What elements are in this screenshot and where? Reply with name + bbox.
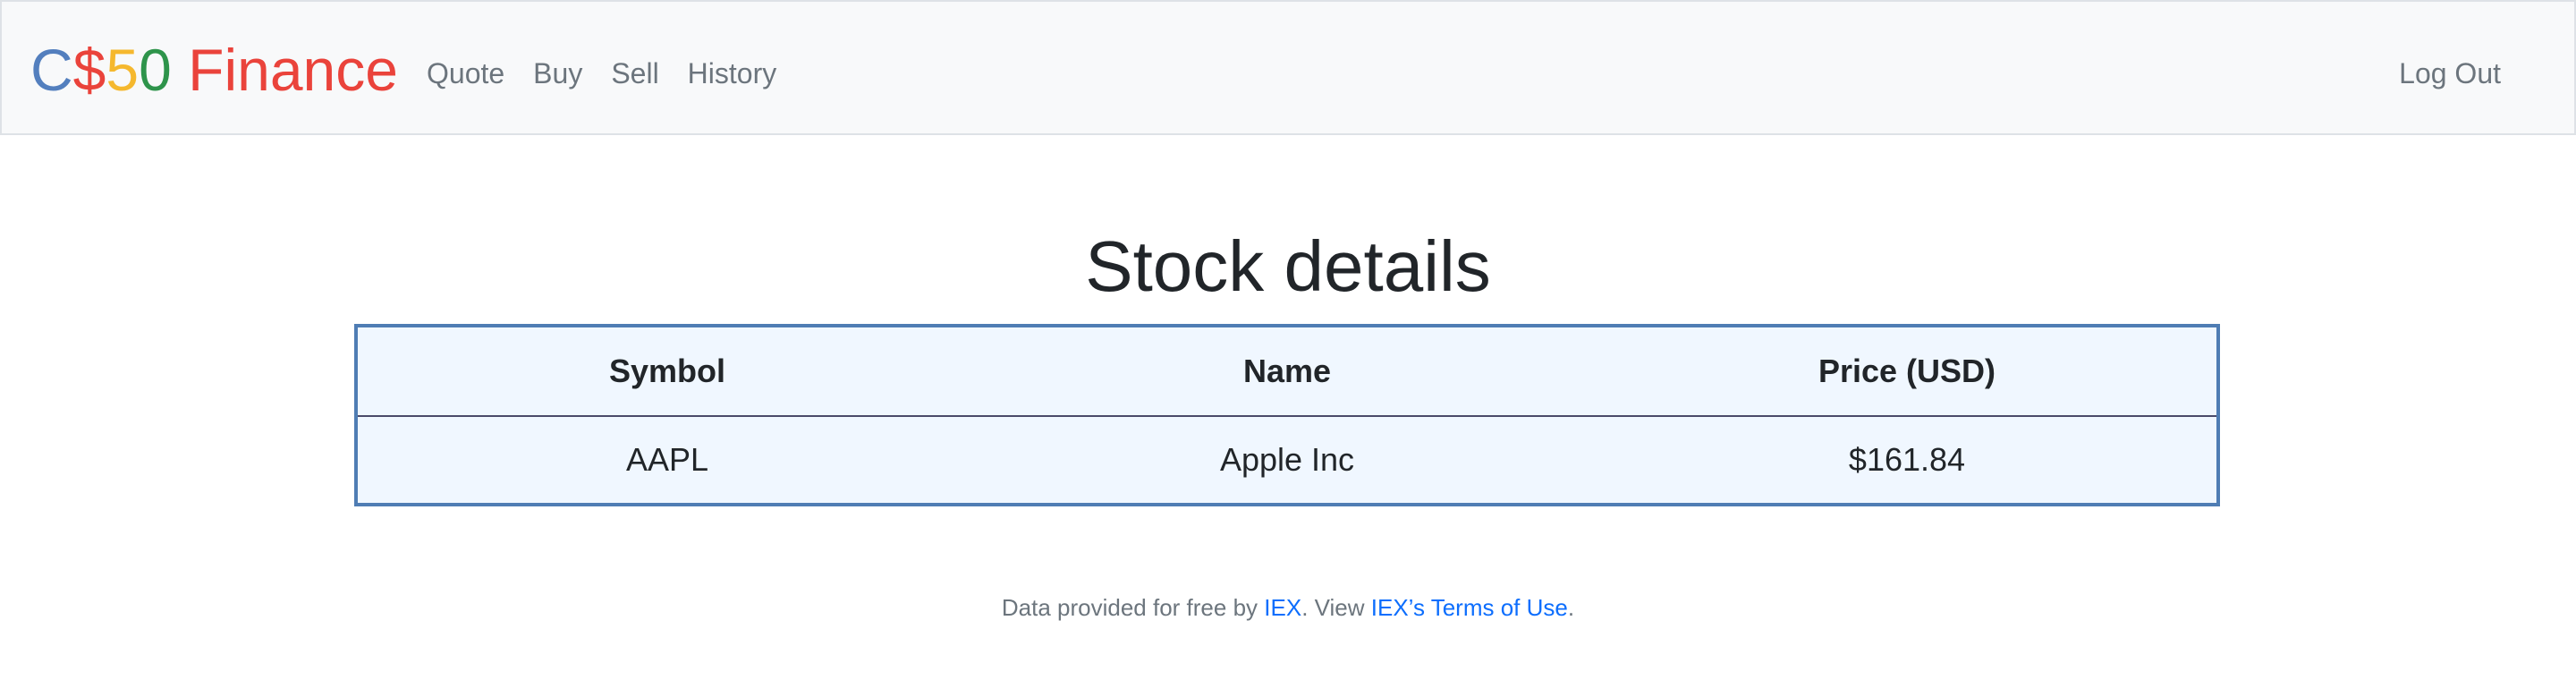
page-title: Stock details bbox=[1085, 226, 1491, 306]
iex-link[interactable]: IEX bbox=[1264, 594, 1301, 621]
footer-middle: . View bbox=[1301, 594, 1371, 621]
symbol-column-header: Symbol bbox=[356, 326, 977, 417]
logout-link[interactable]: Log Out bbox=[2399, 57, 2501, 89]
table-body: AAPL Apple Inc $161.84 bbox=[356, 416, 2218, 505]
brand-letter-c: C bbox=[30, 37, 73, 103]
footer: Data provided for free by IEX. View IEX’… bbox=[0, 592, 2576, 623]
nav-right: Log Out bbox=[2399, 55, 2529, 91]
price-cell: $161.84 bbox=[1848, 441, 1966, 478]
table-header-row: Symbol Name Price (USD) bbox=[356, 326, 2218, 417]
nav-link-history[interactable]: History bbox=[688, 55, 777, 91]
brand-logo-link[interactable]: C$50 Finance bbox=[30, 34, 398, 106]
price-column-header: Price (USD) bbox=[1597, 326, 2218, 417]
footer-prefix: Data provided for free by bbox=[1001, 594, 1265, 621]
nav-link-sell[interactable]: Sell bbox=[611, 55, 658, 91]
name-cell: Apple Inc bbox=[1219, 441, 1355, 478]
brand-dollar: $ bbox=[72, 37, 106, 103]
iex-terms-link[interactable]: IEX’s Terms of Use bbox=[1371, 594, 1568, 621]
brand-finance: Finance bbox=[171, 37, 398, 103]
brand-digit-5: 5 bbox=[106, 37, 140, 103]
name-column-header: Name bbox=[977, 326, 1597, 417]
nav-link-buy[interactable]: Buy bbox=[533, 55, 582, 91]
table-row: AAPL Apple Inc $161.84 bbox=[356, 416, 2218, 505]
stock-details-table: Symbol Name Price (USD) AAPL Apple Inc $… bbox=[354, 324, 2220, 506]
nav-link-quote[interactable]: Quote bbox=[427, 55, 504, 91]
table-header: Symbol Name Price (USD) bbox=[356, 326, 2218, 417]
navbar: C$50 Finance Quote Buy Sell History Log … bbox=[0, 0, 2576, 135]
brand-digit-0: 0 bbox=[139, 37, 172, 103]
symbol-cell: AAPL bbox=[625, 441, 709, 478]
footer-suffix: . bbox=[1567, 594, 1575, 621]
nav-links: Quote Buy Sell History bbox=[427, 55, 805, 91]
